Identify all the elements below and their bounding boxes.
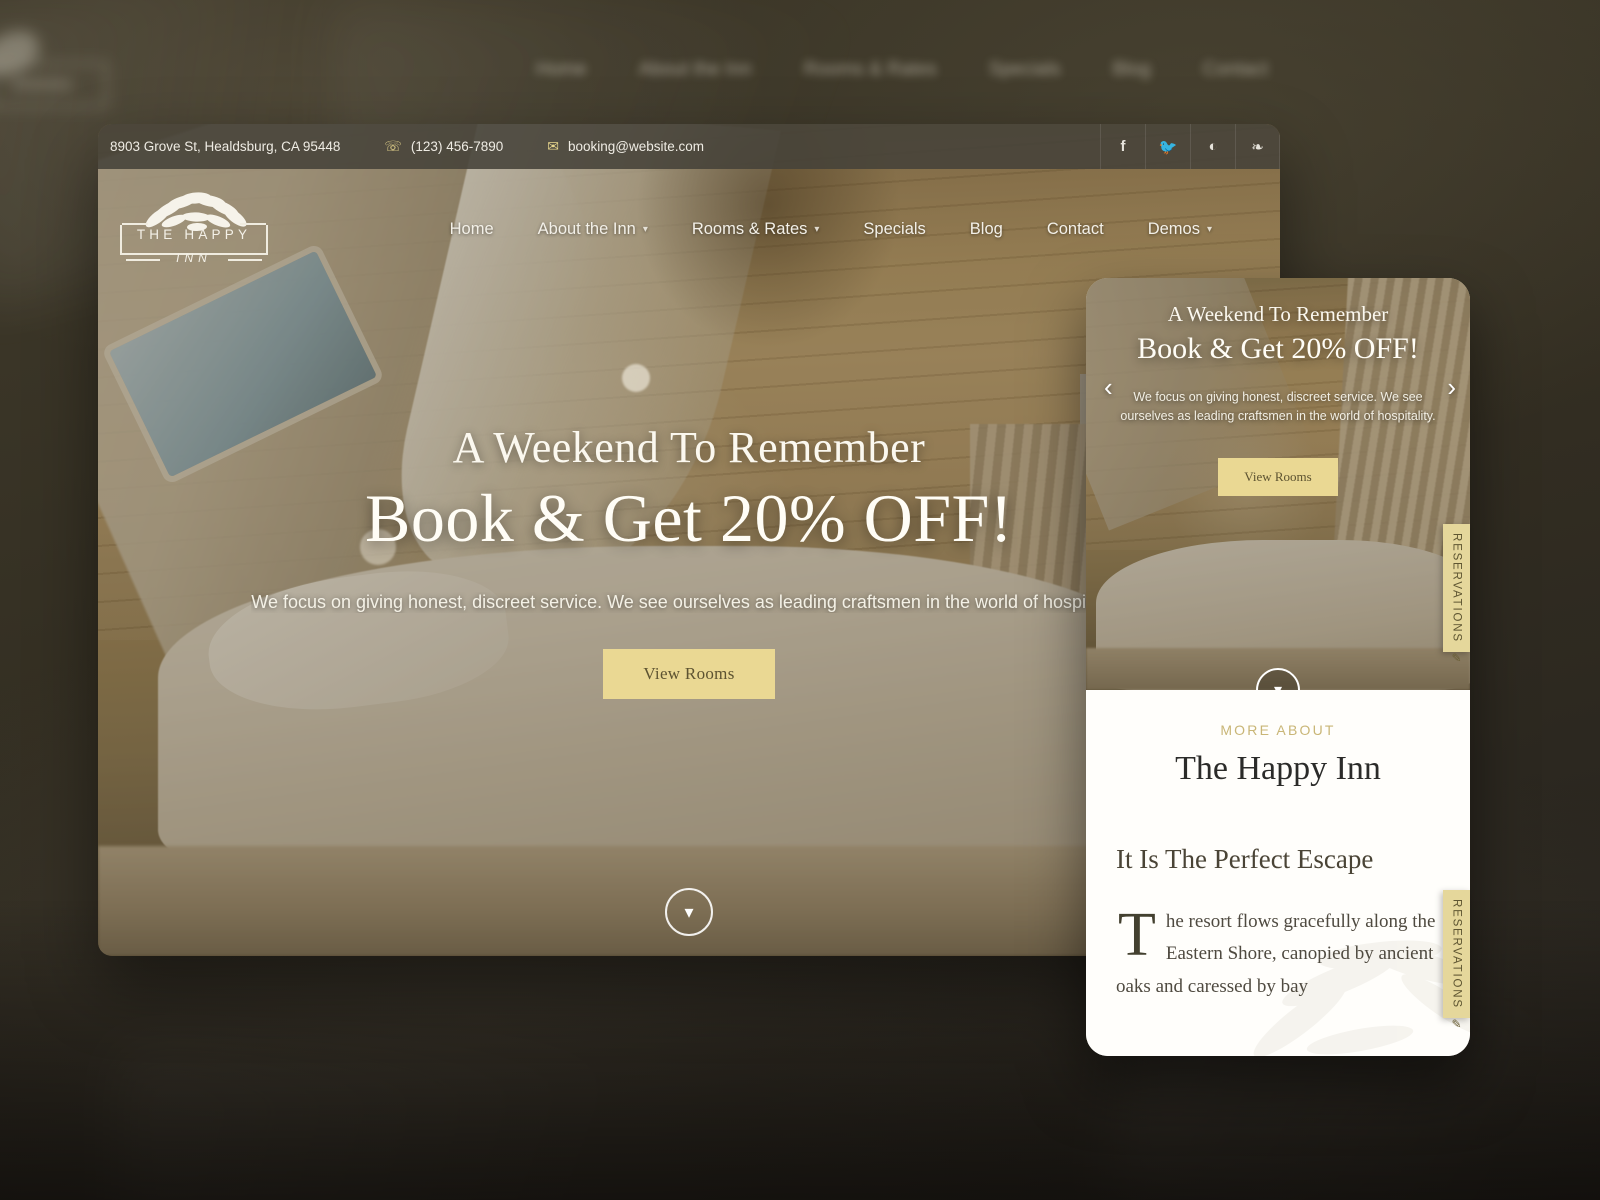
pencil-icon: ✎ — [1451, 1016, 1462, 1031]
reservations-label: RESERVATIONS — [1450, 899, 1463, 1009]
mobile-hero-description: We focus on giving honest, discreet serv… — [1120, 390, 1436, 423]
pencil-icon: ✎ — [1451, 650, 1462, 665]
carousel-next-button[interactable]: › — [1447, 374, 1456, 400]
mobile-hero-headline: Book & Get 20% OFF! — [1137, 332, 1419, 365]
background-nav-item: Blog — [1112, 59, 1151, 80]
background-nav-item: About the Inn — [638, 59, 752, 80]
reservations-tab[interactable]: RESERVATIONS ✎ — [1443, 890, 1470, 1031]
scroll-down-button[interactable]: ▾ — [665, 888, 713, 936]
about-paragraph: T he resort flows gracefully along the E… — [1116, 900, 1440, 1004]
background-nav-item: Contact — [1202, 59, 1269, 80]
hero-headline: Book & Get 20% OFF! — [365, 479, 1013, 556]
mobile-hero-content: A Weekend To Remember Book & Get 20% OFF… — [1086, 278, 1470, 690]
about-title: The Happy Inn — [1175, 750, 1381, 787]
background-nav-item: Rooms & Rates — [803, 59, 937, 80]
mobile-preview-panel: A Weekend To Remember Book & Get 20% OFF… — [1086, 278, 1470, 1056]
reservations-tab[interactable]: RESERVATIONS ✎ — [1443, 524, 1470, 665]
chevron-down-icon: ▾ — [684, 901, 694, 922]
background-nav-item: Home — [536, 59, 587, 80]
about-eyebrow: MORE ABOUT — [1220, 722, 1336, 738]
background-nav-item: Specials — [988, 59, 1061, 80]
mobile-view-rooms-button[interactable]: View Rooms — [1218, 457, 1338, 496]
background-nav: Home About the Inn Rooms & Rates Special… — [0, 48, 1600, 92]
reservations-label: RESERVATIONS — [1450, 533, 1463, 643]
mobile-hero-eyebrow: A Weekend To Remember — [1167, 302, 1389, 326]
mobile-hero: A Weekend To Remember Book & Get 20% OFF… — [1086, 278, 1470, 690]
hero-description: We focus on giving honest, discreet serv… — [251, 591, 1127, 612]
hero-eyebrow: A Weekend To Remember — [452, 422, 926, 472]
carousel-prev-button[interactable]: ‹ — [1104, 374, 1113, 400]
chevron-down-icon: ▾ — [1274, 680, 1282, 690]
drop-cap: T — [1118, 900, 1156, 969]
view-rooms-button[interactable]: View Rooms — [603, 648, 775, 699]
about-section: MORE ABOUT The Happy Inn It Is The Perfe… — [1086, 690, 1470, 1056]
